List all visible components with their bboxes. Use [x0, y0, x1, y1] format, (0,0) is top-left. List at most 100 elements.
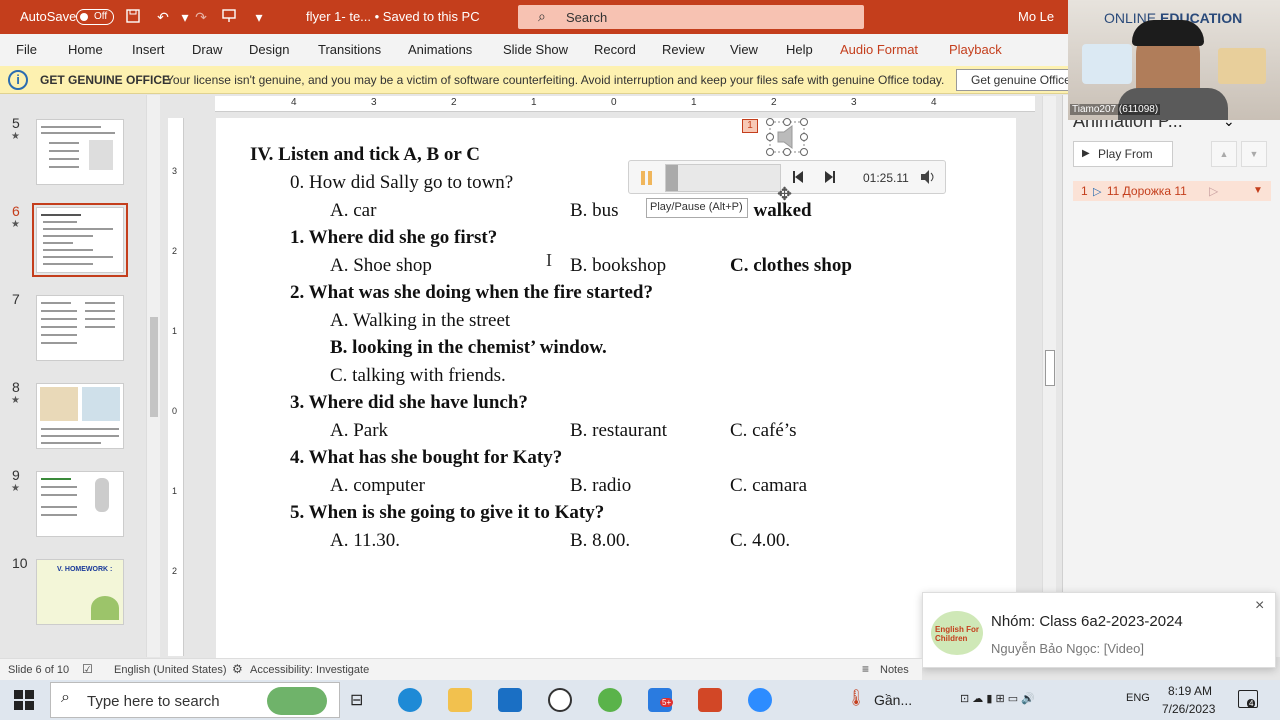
- slide-thumbnail-8[interactable]: [36, 383, 124, 449]
- tab-review[interactable]: Review: [662, 42, 705, 57]
- question-4[interactable]: 4. What has she bought for Katy?: [290, 447, 562, 469]
- q5-option-c[interactable]: C. 4.00.: [730, 530, 790, 552]
- volume-icon[interactable]: [919, 169, 937, 188]
- notes-button[interactable]: Notes: [880, 664, 909, 676]
- powerpoint-icon[interactable]: [698, 688, 722, 712]
- thumb-number: 5: [12, 115, 20, 131]
- q2-option-a[interactable]: A. Walking in the street: [330, 310, 510, 332]
- present-icon[interactable]: [220, 8, 238, 26]
- user-name[interactable]: Mo Le: [1018, 9, 1054, 24]
- question-3[interactable]: 3. Where did she have lunch?: [290, 392, 528, 414]
- move-up-button[interactable]: ▲: [1211, 141, 1237, 167]
- q1-option-c[interactable]: C. clothes shop: [730, 255, 852, 277]
- windows-start-icon[interactable]: [14, 690, 34, 714]
- redo-icon[interactable]: ↷: [192, 8, 210, 26]
- edge-icon[interactable]: [398, 688, 422, 712]
- task-view-icon[interactable]: ⊟: [350, 690, 363, 710]
- tab-audio-format[interactable]: Audio Format: [840, 42, 918, 57]
- file-explorer-icon[interactable]: [448, 688, 472, 712]
- customize-qat-icon[interactable]: ▾: [250, 8, 268, 26]
- q3-option-a[interactable]: A. Park: [330, 420, 388, 442]
- question-0[interactable]: 0. How did Sally go to town?: [290, 172, 513, 194]
- q0-option-b[interactable]: B. bus: [570, 200, 619, 222]
- q3-option-b[interactable]: B. restaurant: [570, 420, 667, 442]
- audio-object[interactable]: [766, 118, 808, 156]
- pause-button[interactable]: [639, 169, 655, 187]
- mail-icon[interactable]: [498, 688, 522, 712]
- q3-option-c[interactable]: C. café’s: [730, 420, 796, 442]
- spelling-icon[interactable]: ☑: [82, 662, 93, 676]
- weather-text[interactable]: Gần...: [874, 692, 912, 708]
- tab-home[interactable]: Home: [68, 42, 103, 57]
- search-box[interactable]: ⌕ Search: [518, 5, 864, 29]
- timing-marker-icon: ▷: [1209, 184, 1219, 198]
- license-message: Your license isn't genuine, and you may …: [166, 73, 945, 87]
- zoom-icon[interactable]: [748, 688, 772, 712]
- slide-heading[interactable]: IV. Listen and tick A, B or C: [250, 144, 480, 166]
- slide-thumbnail-6[interactable]: [32, 203, 128, 277]
- q4-option-c[interactable]: C. camara: [730, 475, 807, 497]
- tab-help[interactable]: Help: [786, 42, 813, 57]
- presenter-hair: [1132, 20, 1204, 46]
- undo-icon[interactable]: ↶: [154, 8, 172, 26]
- taskbar-search-box[interactable]: ⌕ Type here to search: [50, 682, 340, 718]
- notification-center-icon[interactable]: 4: [1238, 690, 1258, 708]
- slide-scrollbar[interactable]: [1042, 96, 1056, 658]
- green-app-icon[interactable]: [598, 688, 622, 712]
- vertical-ruler: 3 2 1 0 1 2: [168, 118, 184, 656]
- slide-thumbnail-10[interactable]: V. HOMEWORK :: [36, 559, 124, 625]
- input-language[interactable]: ENG: [1126, 692, 1150, 704]
- q2-option-b[interactable]: B. looking in the chemist’ window.: [330, 337, 607, 359]
- clock-date[interactable]: 7/26/2023: [1162, 702, 1215, 716]
- skip-back-icon[interactable]: [791, 169, 805, 188]
- audio-progress-track[interactable]: [665, 164, 781, 192]
- tab-design[interactable]: Design: [249, 42, 289, 57]
- tab-insert[interactable]: Insert: [132, 42, 165, 57]
- chat-notification[interactable]: English For Children Nhóm: Class 6a2-202…: [922, 592, 1276, 668]
- language-indicator[interactable]: English (United States): [114, 664, 227, 676]
- question-2[interactable]: 2. What was she doing when the fire star…: [290, 282, 653, 304]
- slide-thumbnail-5[interactable]: [36, 119, 124, 185]
- ruler-label: 2: [172, 246, 178, 256]
- q4-option-b[interactable]: B. radio: [570, 475, 631, 497]
- get-genuine-office-button[interactable]: Get genuine Office: [956, 69, 1070, 91]
- tab-transitions[interactable]: Transitions: [318, 42, 381, 57]
- tray-icons[interactable]: ⊡ ☁ ▮ ⊞ ▭ 🔊: [960, 692, 1035, 705]
- save-icon[interactable]: [124, 8, 142, 26]
- dell-icon[interactable]: [548, 688, 572, 712]
- slide-thumbnail-9[interactable]: [36, 471, 124, 537]
- tab-view[interactable]: View: [730, 42, 758, 57]
- close-icon[interactable]: ×: [1255, 597, 1264, 615]
- tab-animations[interactable]: Animations: [408, 42, 472, 57]
- slide-canvas[interactable]: IV. Listen and tick A, B or C 0. How did…: [216, 118, 1016, 658]
- document-title[interactable]: flyer 1- te... • Saved to this PC: [306, 9, 480, 24]
- question-5[interactable]: 5. When is she going to give it to Katy?: [290, 502, 604, 524]
- q0-option-a[interactable]: A. car: [330, 200, 376, 222]
- q2-option-c[interactable]: C. talking with friends.: [330, 365, 506, 387]
- slide-thumbnail-7[interactable]: [36, 295, 124, 361]
- tab-draw[interactable]: Draw: [192, 42, 222, 57]
- item-dropdown-icon[interactable]: ▼: [1253, 181, 1263, 201]
- tab-file[interactable]: File: [16, 42, 37, 57]
- q5-option-a[interactable]: A. 11.30.: [330, 530, 400, 552]
- tab-record[interactable]: Record: [594, 42, 636, 57]
- skip-forward-icon[interactable]: [823, 169, 837, 188]
- q5-option-b[interactable]: B. 8.00.: [570, 530, 630, 552]
- animation-star-icon: ★: [11, 395, 20, 406]
- question-1[interactable]: 1. Where did she go first?: [290, 227, 497, 249]
- play-from-button[interactable]: ▶ Play From: [1073, 141, 1173, 167]
- tab-playback[interactable]: Playback: [949, 42, 1002, 57]
- animation-list-item[interactable]: 1 ▷ 11 Дорожка 11 ▷ ▼: [1073, 181, 1271, 201]
- animation-order-badge[interactable]: 1: [742, 119, 758, 133]
- zalo-icon[interactable]: 5+: [648, 688, 674, 712]
- autosave-toggle[interactable]: Off: [76, 9, 114, 25]
- ruler-label: 2: [172, 566, 178, 576]
- q1-option-a[interactable]: A. Shoe shop: [330, 255, 432, 277]
- q4-option-a[interactable]: A. computer: [330, 475, 425, 497]
- tab-slide-show[interactable]: Slide Show: [503, 42, 568, 57]
- thumbnail-scrollbar[interactable]: [146, 95, 160, 657]
- move-down-button[interactable]: ▼: [1241, 141, 1267, 167]
- clock-time[interactable]: 8:19 AM: [1168, 684, 1212, 698]
- accessibility-status[interactable]: Accessibility: Investigate: [250, 664, 369, 676]
- q1-option-b[interactable]: B. bookshop: [570, 255, 666, 277]
